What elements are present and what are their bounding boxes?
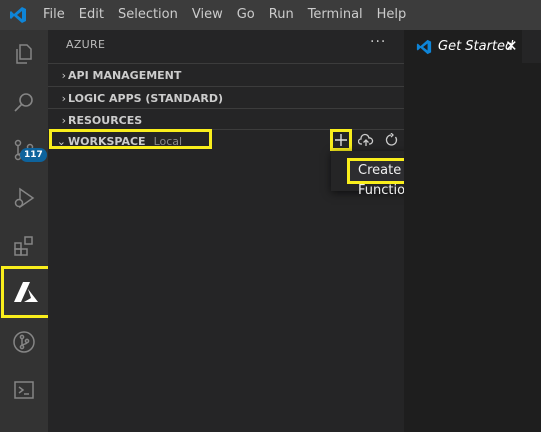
editor-area: Get Started ✕ bbox=[404, 30, 541, 432]
terminal-icon[interactable] bbox=[0, 366, 48, 414]
vscode-logo-icon bbox=[0, 0, 36, 30]
section-label: LOGIC APPS (STANDARD) bbox=[68, 91, 223, 105]
close-icon[interactable]: ✕ bbox=[505, 37, 518, 55]
git-graph-icon[interactable] bbox=[0, 318, 48, 366]
menu-file[interactable]: File bbox=[36, 0, 72, 30]
tab-label: Get Started bbox=[438, 39, 514, 54]
search-icon[interactable] bbox=[0, 78, 48, 126]
run-debug-icon[interactable] bbox=[0, 174, 48, 222]
chevron-right-icon: › bbox=[61, 68, 66, 82]
activity-bar: 117 bbox=[0, 30, 51, 432]
section-resources[interactable]: › RESOURCES bbox=[48, 108, 404, 131]
sidebar-title: AZURE bbox=[66, 38, 106, 51]
chevron-right-icon: › bbox=[61, 91, 66, 105]
chevron-right-icon: › bbox=[61, 113, 66, 127]
workspace-actions bbox=[330, 129, 405, 151]
source-control-badge: 117 bbox=[20, 148, 47, 162]
workspace-highlight bbox=[49, 129, 212, 149]
azure-sidebar: AZURE ··· › API MANAGEMENT › LOGIC APPS … bbox=[48, 30, 404, 432]
section-api-management[interactable]: › API MANAGEMENT bbox=[48, 63, 404, 86]
more-actions-icon[interactable]: ··· bbox=[370, 34, 386, 50]
menu-view[interactable]: View bbox=[185, 0, 230, 30]
menu-terminal[interactable]: Terminal bbox=[301, 0, 370, 30]
deploy-cloud-icon[interactable] bbox=[355, 129, 377, 151]
azure-icon[interactable] bbox=[1, 266, 51, 318]
menu-selection[interactable]: Selection bbox=[111, 0, 185, 30]
refresh-icon[interactable] bbox=[380, 129, 402, 151]
section-logic-apps[interactable]: › LOGIC APPS (STANDARD) bbox=[48, 86, 404, 109]
menu-help[interactable]: Help bbox=[370, 0, 414, 30]
vscode-tab-icon bbox=[414, 37, 434, 57]
extensions-icon[interactable] bbox=[0, 222, 48, 270]
tab-get-started[interactable]: Get Started ✕ bbox=[404, 30, 522, 63]
menu-go[interactable]: Go bbox=[230, 0, 262, 30]
section-label: RESOURCES bbox=[68, 113, 143, 127]
menu-bar: File Edit Selection View Go Run Terminal… bbox=[0, 0, 541, 30]
menu-run[interactable]: Run bbox=[262, 0, 301, 30]
add-icon[interactable] bbox=[330, 129, 352, 151]
menu-edit[interactable]: Edit bbox=[72, 0, 111, 30]
section-label: API MANAGEMENT bbox=[68, 68, 182, 82]
tab-bar: Get Started ✕ bbox=[404, 30, 541, 63]
explorer-icon[interactable] bbox=[0, 30, 48, 78]
